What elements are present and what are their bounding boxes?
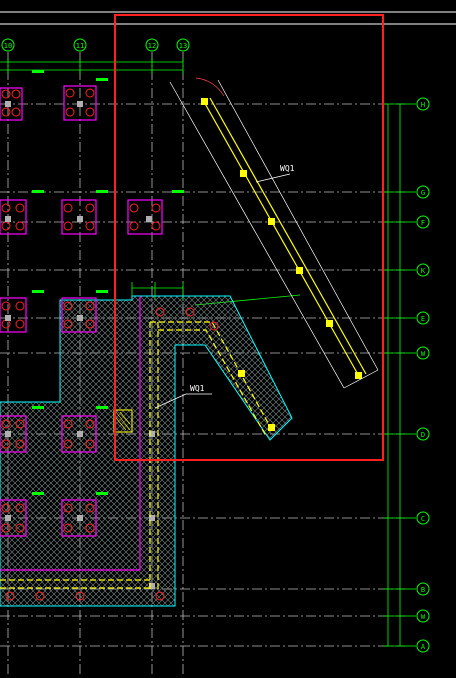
axis-labels-right: H G F K E W D C B W A [421,101,426,651]
axis-label-H: H [421,101,425,109]
axis-leaders-right [405,103,416,647]
title-border-lines [0,11,456,25]
axis-bubbles-right [416,97,430,653]
axis-label-E: E [421,315,425,323]
cad-drawing-canvas[interactable]: WQ1 WQ1 10 11 12 13 H G F K E W D C B W … [0,0,456,674]
axis-label-A: A [421,643,426,651]
axis-label-F: F [421,219,425,227]
wall-label-upper-group: WQ1 [255,164,295,183]
dimension-ticks-right [383,103,405,647]
axis-label-10: 10 [4,42,12,50]
wall-label-upper: WQ1 [280,164,295,173]
axis-label-W1: W [421,350,426,358]
axis-label-G: G [421,189,425,197]
axis-labels-top: 10 11 12 13 [4,42,187,50]
axis-label-K: K [421,267,426,275]
axis-label-11: 11 [76,42,84,50]
axis-bubbles-top [1,38,190,52]
axis-label-B: B [421,586,425,594]
hatched-slab-region [0,295,293,607]
axis-label-12: 12 [148,42,156,50]
wall-markers [201,98,362,431]
axis-label-C: C [421,515,425,523]
wall-label-lower: WQ1 [190,384,205,393]
axis-label-13: 13 [179,42,187,50]
axis-label-D: D [421,431,425,439]
axis-label-W2: W [421,613,426,621]
